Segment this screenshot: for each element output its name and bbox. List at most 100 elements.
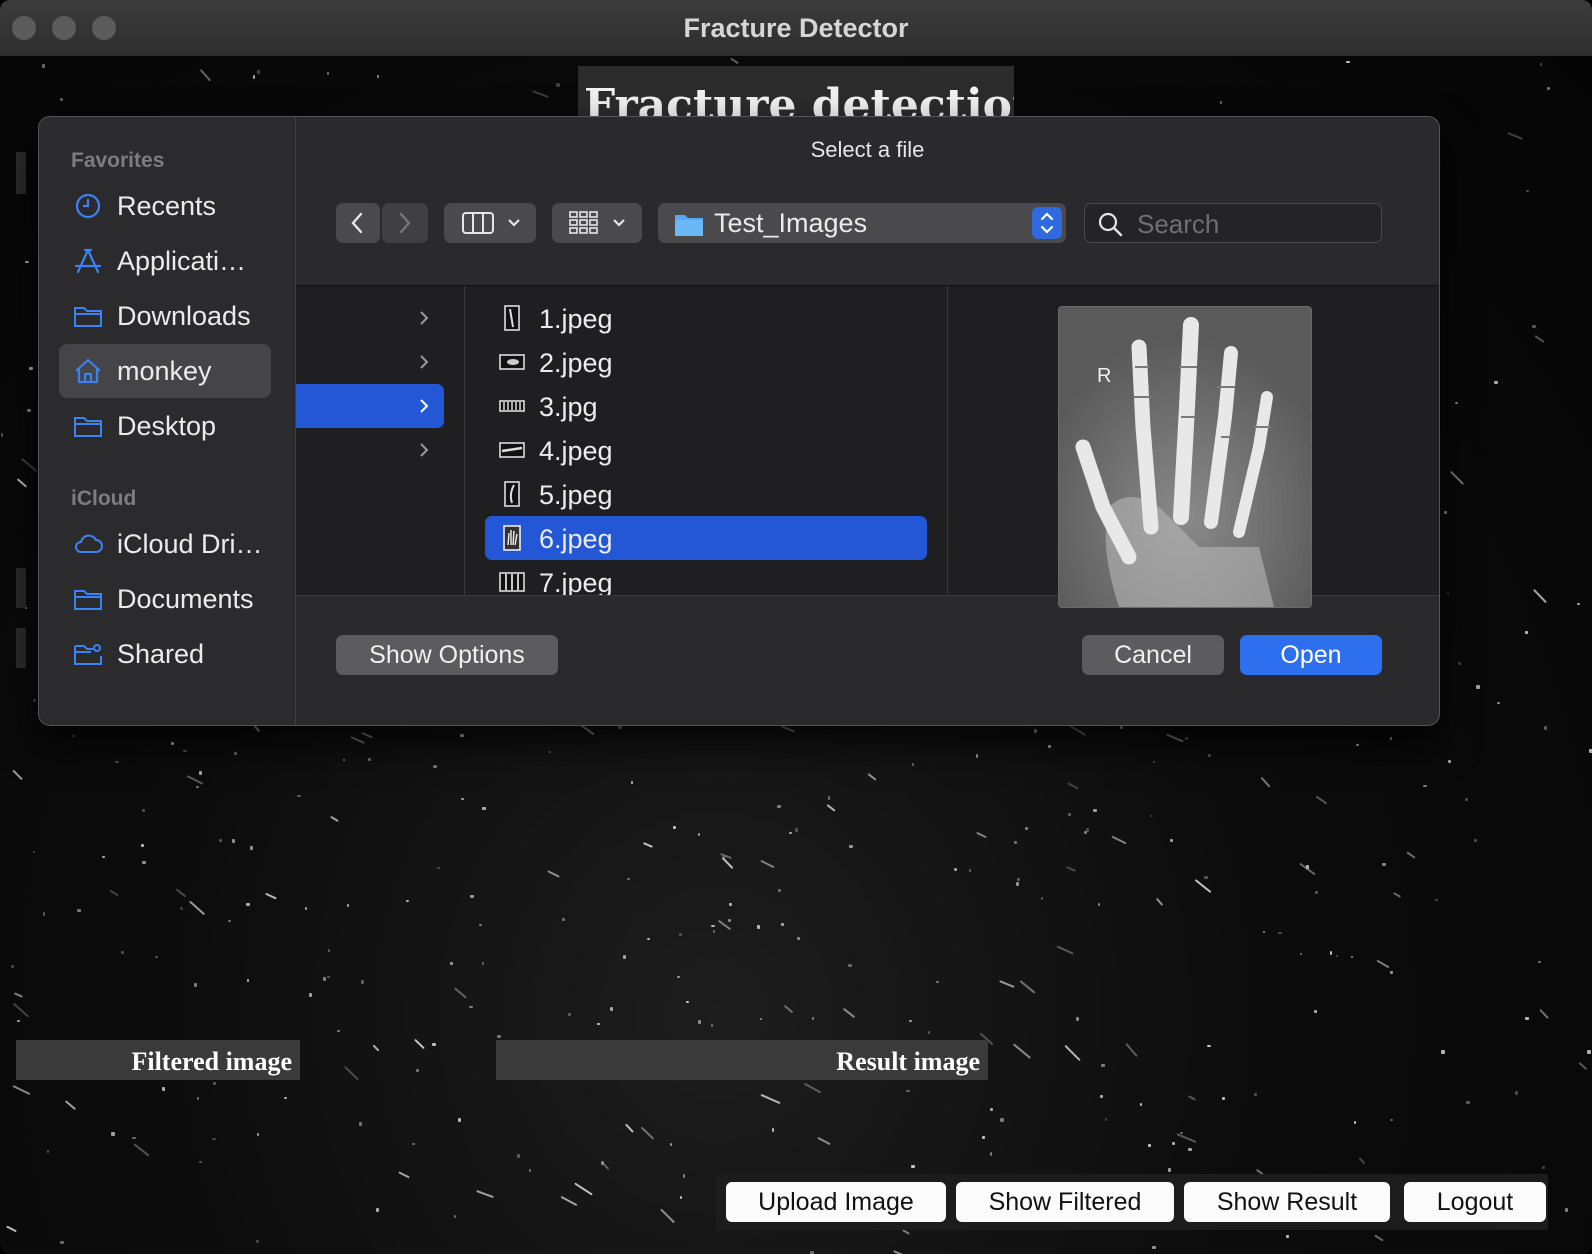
file-row[interactable]: 5.jpeg <box>485 472 927 516</box>
parent-folder-row[interactable] <box>296 340 444 384</box>
background-particle <box>999 1118 1004 1123</box>
sidebar-item-recents[interactable]: Recents <box>59 179 271 233</box>
background-particle <box>686 1001 689 1004</box>
background-particle <box>1067 813 1071 816</box>
sidebar-item-monkey[interactable]: monkey <box>59 344 271 398</box>
back-button[interactable] <box>336 203 380 243</box>
background-particle <box>372 1044 380 1052</box>
home-icon <box>75 358 101 384</box>
background-particle <box>12 1084 31 1095</box>
background-particle <box>1222 1097 1225 1101</box>
file-row[interactable]: 3.jpg <box>485 384 927 428</box>
background-particle <box>757 924 761 929</box>
background-particle <box>906 1089 910 1093</box>
background-particle <box>111 1132 116 1136</box>
file-row[interactable]: 2.jpeg <box>485 340 927 384</box>
background-particle <box>377 74 380 79</box>
sidebar-item-downloads[interactable]: Downloads <box>59 289 271 343</box>
background-particle <box>1120 725 1123 730</box>
dialog-title: Select a file <box>810 137 925 162</box>
file-row[interactable]: 7.jpeg <box>485 560 927 595</box>
background-particle <box>968 868 972 872</box>
background-particle <box>623 955 626 959</box>
background-particle <box>1148 1144 1151 1148</box>
background-particle <box>1374 1234 1384 1242</box>
background-particle <box>328 948 331 953</box>
background-particle <box>546 870 560 879</box>
background-particle <box>161 1087 166 1092</box>
group-by-button[interactable] <box>552 203 642 243</box>
forward-button[interactable] <box>382 203 428 243</box>
image-file-icon <box>499 400 525 412</box>
background-particle <box>245 903 250 906</box>
background-particle <box>1465 797 1468 801</box>
background-particle <box>610 1007 613 1012</box>
background-particle <box>231 838 235 843</box>
laterality-marker: R <box>1097 365 1112 387</box>
background-particle <box>283 1097 287 1100</box>
file-list-column: 1.jpeg 2.jpeg 3.jpg 4.jpeg 5.jpeg 6.jpeg… <box>465 286 948 595</box>
sidebar-item-documents[interactable]: Documents <box>59 572 271 626</box>
image-file-icon <box>504 481 520 507</box>
background-particle <box>250 846 253 850</box>
view-mode-button[interactable] <box>444 203 536 243</box>
sidebar-item-icloud-drive[interactable]: iCloud Dri… <box>59 517 271 571</box>
background-particle <box>265 892 277 900</box>
search-field[interactable] <box>1084 203 1382 243</box>
image-file-icon <box>503 525 521 551</box>
background-particle <box>529 1169 532 1173</box>
background-particle <box>329 816 339 823</box>
background-particle <box>482 806 486 811</box>
background-particle <box>1447 759 1451 764</box>
background-particle <box>461 798 464 801</box>
parent-folder-row[interactable] <box>296 428 444 472</box>
background-particle <box>1099 1095 1104 1098</box>
file-row-selected[interactable]: 6.jpeg <box>485 516 927 560</box>
parent-folder-row[interactable] <box>296 296 444 340</box>
background-particle <box>360 731 373 738</box>
background-particle <box>347 904 350 908</box>
background-particle <box>350 736 366 744</box>
show-result-button[interactable]: Show Result <box>1184 1182 1390 1222</box>
path-popup[interactable]: Test_Images <box>658 203 1066 243</box>
sidebar-item-label: Downloads <box>117 301 251 331</box>
background-particle <box>115 760 119 764</box>
background-particle <box>1546 86 1550 91</box>
folder-icon <box>675 215 703 236</box>
sidebar-item-label: Applicati… <box>117 246 247 276</box>
background-particle <box>1314 1009 1318 1013</box>
upload-image-button[interactable]: Upload Image <box>726 1182 946 1222</box>
background-particle <box>826 803 836 812</box>
open-button[interactable]: Open <box>1240 635 1382 675</box>
background-particle <box>698 1020 701 1025</box>
search-input[interactable] <box>1135 207 1374 241</box>
column-browser: 1.jpeg 2.jpeg 3.jpg 4.jpeg 5.jpeg 6.jpeg… <box>296 285 1439 608</box>
background-particle <box>6 1225 18 1233</box>
parent-folder-row-selected[interactable] <box>296 384 444 428</box>
background-particle <box>626 877 631 880</box>
sidebar-item-desktop[interactable]: Desktop <box>59 399 271 453</box>
folder-icon <box>74 307 102 327</box>
background-particle <box>170 742 174 745</box>
chevron-left-icon <box>351 212 363 234</box>
background-particle <box>198 1161 202 1164</box>
show-filtered-button[interactable]: Show Filtered <box>956 1182 1174 1222</box>
background-particle <box>777 889 781 892</box>
cancel-button[interactable]: Cancel <box>1082 635 1224 675</box>
background-particle <box>1306 865 1309 870</box>
background-particle <box>803 1083 821 1094</box>
logout-button[interactable]: Logout <box>1404 1182 1546 1222</box>
show-options-button[interactable]: Show Options <box>336 635 558 675</box>
background-particle <box>936 980 940 983</box>
background-particle <box>1449 470 1464 486</box>
background-particle <box>1016 881 1020 886</box>
background-particle <box>812 1017 815 1020</box>
sidebar-item-shared[interactable]: Shared <box>59 627 271 681</box>
file-row[interactable]: 4.jpeg <box>485 428 927 472</box>
sidebar-item-applications[interactable]: Applicati… <box>59 234 271 288</box>
background-particle <box>412 1142 416 1146</box>
background-particle <box>1219 100 1223 104</box>
parent-column <box>296 286 465 595</box>
background-particle <box>142 860 147 865</box>
file-row[interactable]: 1.jpeg <box>485 296 927 340</box>
